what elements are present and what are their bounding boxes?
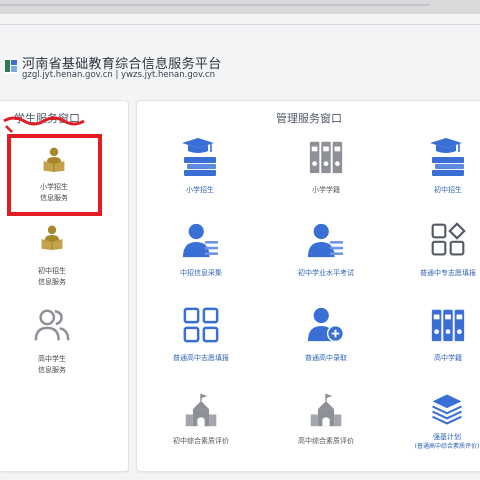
item-label: 普通高中录取 <box>305 354 347 362</box>
browser-top-bar <box>0 0 480 14</box>
school-building-icon <box>308 392 344 428</box>
admin-item-high-evaluation[interactable]: 高中综合素质评价 <box>270 392 382 446</box>
admin-item-strong-base-plan[interactable]: 强基计划 (普通高中综合素质评价) <box>396 392 480 452</box>
item-label: 普通中专志愿填报 <box>420 269 476 277</box>
binders-icon <box>307 137 345 177</box>
item-label: 高中综合素质评价 <box>298 437 354 445</box>
site-urls: gzgl.jyt.henan.gov.cn | ywzs.jyt.henan.g… <box>22 70 216 80</box>
site-header: 河南省基础教育综合信息服务平台 gzgl.jyt.henan.gov.cn | … <box>0 44 480 88</box>
platform-logo-icon <box>4 58 18 74</box>
item-label-line2: 信息服务 <box>38 366 66 374</box>
admin-item-primary-records[interactable]: 小学学籍 <box>276 137 376 195</box>
graduation-books-icon <box>180 137 220 177</box>
item-label: 小学招生 <box>186 186 214 194</box>
item-label: 高中学籍 <box>434 354 462 362</box>
grid-diamond-icon <box>430 222 466 258</box>
item-label: 强基计划 <box>433 433 461 441</box>
red-highlight-box <box>7 134 102 216</box>
grid-squares-icon <box>182 306 220 344</box>
layers-stack-icon <box>430 392 464 426</box>
admin-item-high-apply[interactable]: 普通高中志愿填报 <box>146 306 256 363</box>
admin-item-level-exam[interactable]: 初中学业水平考试 <box>270 222 382 278</box>
school-building-icon <box>183 392 219 428</box>
header-divider <box>0 24 480 25</box>
graduation-books-icon <box>428 137 468 177</box>
user-list-icon <box>182 222 220 260</box>
admin-item-vocational-apply[interactable]: 普通中专志愿填报 <box>400 222 480 278</box>
admin-item-info-collect[interactable]: 中招信息采集 <box>146 222 256 278</box>
student-item-middle-enroll[interactable]: 初中招生 信息服务 <box>12 224 92 288</box>
binders-icon <box>429 306 467 344</box>
item-label: 初中学业水平考试 <box>298 269 354 277</box>
admin-item-high-admission[interactable]: 普通高中录取 <box>270 306 382 363</box>
admin-item-middle-enroll[interactable]: 初中招生 <box>400 137 480 195</box>
admin-item-high-records[interactable]: 高中学籍 <box>400 306 480 363</box>
users-outline-icon <box>32 306 72 344</box>
item-label-line1: 初中招生 <box>38 267 66 275</box>
student-item-high-school[interactable]: 高中学生 信息服务 <box>12 306 92 376</box>
admin-panel-title: 管理服务窗口 <box>276 112 342 125</box>
student-reading-icon <box>39 224 65 250</box>
item-label: 初中综合素质评价 <box>173 437 229 445</box>
admin-item-middle-evaluation[interactable]: 初中综合素质评价 <box>146 392 256 446</box>
item-label: 小学学籍 <box>312 186 340 194</box>
user-add-icon <box>307 306 345 344</box>
item-label-line1: 高中学生 <box>38 355 66 363</box>
wave-underline-annotation <box>3 116 85 133</box>
item-label: 中招信息采集 <box>180 269 222 277</box>
user-list-icon <box>307 222 345 260</box>
item-label-line2: 信息服务 <box>38 278 66 286</box>
item-sublabel: (普通高中综合素质评价) <box>414 443 480 450</box>
admin-item-primary-enroll[interactable]: 小学招生 <box>152 137 248 195</box>
item-label: 普通高中志愿填报 <box>173 354 229 362</box>
item-label: 初中招生 <box>434 186 462 194</box>
